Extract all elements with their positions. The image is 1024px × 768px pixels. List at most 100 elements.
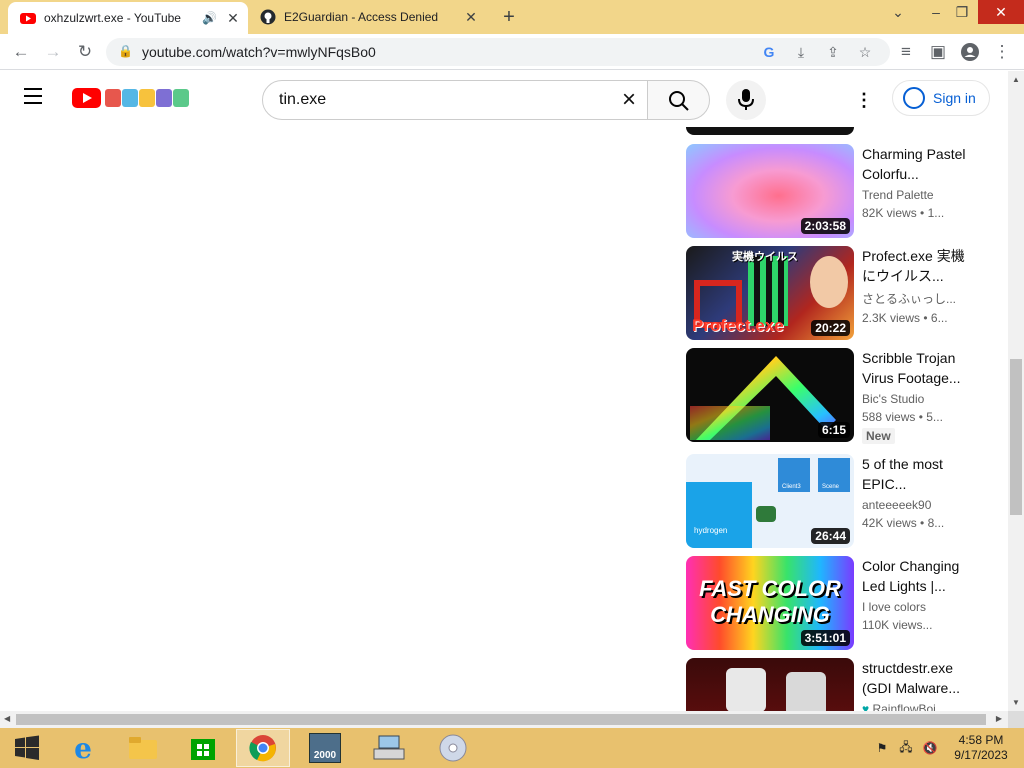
channel-name[interactable]: I love colors <box>862 600 966 614</box>
upload-age: • 8... <box>920 516 945 530</box>
horizontal-scroll-thumb[interactable] <box>16 714 986 725</box>
search-input[interactable]: tin.exe × <box>262 80 648 120</box>
scroll-left-arrow-icon[interactable]: ◀ <box>4 714 10 723</box>
youtube-logo[interactable] <box>72 88 190 108</box>
channel-name[interactable]: Trend Palette <box>862 188 966 202</box>
chrome-icon <box>249 735 276 762</box>
disc-app-icon[interactable] <box>426 729 480 767</box>
chrome-taskbar-icon[interactable] <box>236 729 290 767</box>
video-title[interactable]: Color Changing Led Lights |... <box>862 556 966 596</box>
channel-name-text: RainflowBoi <box>872 702 936 711</box>
share-icon[interactable]: ⇪ <box>822 41 844 63</box>
thumbnail-text: Scene <box>822 484 840 490</box>
google-lens-icon[interactable]: G <box>758 41 780 63</box>
account-icon <box>903 87 925 109</box>
thumbnail-text: Client3 <box>782 484 801 490</box>
video-thumbnail[interactable]: 6:15 <box>686 348 854 442</box>
system-clock[interactable]: 4:58 PM 9/17/2023 <box>950 733 1012 763</box>
address-bar[interactable]: 🔒 youtube.com/watch?v=mwlyNFqsBo0 G ⤓ ⇪ … <box>106 38 890 66</box>
side-panel-icon[interactable]: ▣ <box>926 40 950 64</box>
maximize-button[interactable]: ❐ <box>946 0 978 24</box>
thumbnail-text-line: CHANGING <box>710 602 830 627</box>
ie-glyph: e <box>74 731 92 765</box>
video-thumbnail[interactable] <box>686 658 854 711</box>
sign-in-button[interactable]: Sign in <box>892 80 990 116</box>
start-button[interactable] <box>0 729 54 767</box>
video-title[interactable]: Charming Pastel Colorfu... <box>862 144 966 184</box>
profile-icon[interactable] <box>958 40 982 64</box>
back-icon[interactable]: ← <box>9 40 33 64</box>
related-video-item[interactable]: 実機ウイルス Profect.exe 20:22 Profect.exe 実機に… <box>686 246 976 340</box>
store-icon[interactable] <box>176 729 230 767</box>
forward-icon[interactable]: → <box>41 40 65 64</box>
new-tab-button[interactable]: + <box>498 6 520 28</box>
video-title[interactable]: Scribble Trojan Virus Footage... <box>862 348 966 388</box>
settings-menu-icon[interactable]: ⋮ <box>852 88 876 112</box>
reload-icon[interactable]: ↻ <box>73 40 97 64</box>
install-app-icon[interactable]: ⤓ <box>790 41 812 63</box>
lock-icon[interactable]: 🔒 <box>118 44 133 58</box>
clear-search-icon[interactable]: × <box>617 88 641 112</box>
channel-name[interactable]: ♥ RainflowBoi <box>862 702 966 711</box>
video-thumbnail[interactable]: hydrogen Client3 Scene 26:44 <box>686 454 854 548</box>
clock-date: 9/17/2023 <box>954 748 1008 762</box>
upload-age: • 1... <box>920 206 945 220</box>
url-text[interactable]: youtube.com/watch?v=mwlyNFqsBo0 <box>142 44 376 60</box>
chrome-menu-icon[interactable]: ⋮ <box>990 40 1014 64</box>
close-window-button[interactable]: ✕ <box>978 0 1024 24</box>
thumbnail-face <box>810 256 848 308</box>
scroll-right-arrow-icon[interactable]: ▶ <box>996 714 1002 723</box>
volume-muted-icon[interactable]: 🔇 <box>922 740 938 756</box>
video-stats: 110K views... <box>862 618 966 632</box>
vertical-scrollbar[interactable]: ▲ ▼ <box>1008 71 1024 711</box>
channel-name[interactable]: Bic's Studio <box>862 392 966 406</box>
doodle-logo <box>105 89 190 107</box>
video-duration: 2:03:58 <box>800 218 850 234</box>
app-2000-icon[interactable]: 2000 <box>298 729 352 767</box>
youtube-header: tin.exe × ⋮ Sign in <box>0 71 1008 127</box>
action-center-flag-icon[interactable]: ⚑ <box>874 740 890 756</box>
video-title[interactable]: structdestr.exe (GDI Malware... <box>862 658 966 698</box>
keyboard-app-icon[interactable] <box>362 729 416 767</box>
related-video-item[interactable]: 6:15 Scribble Trojan Virus Footage... Bi… <box>686 348 976 444</box>
youtube-play-icon <box>72 88 101 108</box>
speaker-icon[interactable]: 🔊 <box>202 11 218 25</box>
related-video-item[interactable]: hydrogen Client3 Scene 26:44 5 of the mo… <box>686 454 976 548</box>
view-count: 110K views... <box>862 618 933 632</box>
related-video-item[interactable]: 2:03:58 Charming Pastel Colorfu... Trend… <box>686 144 976 238</box>
tab-e2guardian[interactable]: E2Guardian - Access Denied ✕ <box>250 0 486 34</box>
tab-youtube[interactable]: oxhzulzwrt.exe - YouTube 🔊 ✕ <box>8 2 248 34</box>
scrollbar-corner <box>1008 711 1024 728</box>
partial-video-thumbnail[interactable] <box>686 127 854 135</box>
video-title[interactable]: 5 of the most EPIC... <box>862 454 966 494</box>
channel-name[interactable]: さとるふぃっし... <box>862 290 966 307</box>
close-tab-icon[interactable]: ✕ <box>224 9 242 27</box>
sign-in-label: Sign in <box>933 90 976 106</box>
voice-search-button[interactable] <box>726 80 766 120</box>
hamburger-menu-icon[interactable] <box>24 88 48 108</box>
horizontal-scrollbar[interactable]: ◀ ▶ <box>0 711 1008 728</box>
scroll-up-arrow-icon[interactable]: ▲ <box>1012 75 1020 84</box>
network-icon[interactable]: 🖧 <box>898 740 914 756</box>
thumbnail-graphic <box>756 506 776 522</box>
search-query[interactable]: tin.exe <box>279 91 326 109</box>
close-tab-icon[interactable]: ✕ <box>462 8 480 26</box>
video-stats: 2.3K views • 6... <box>862 311 966 325</box>
tab-search-icon[interactable]: ⌄ <box>882 0 914 24</box>
channel-name[interactable]: anteeeeek90 <box>862 498 966 512</box>
scroll-down-arrow-icon[interactable]: ▼ <box>1012 698 1020 707</box>
file-explorer-icon[interactable] <box>116 729 170 767</box>
video-title[interactable]: Profect.exe 実機にウイルス... <box>862 246 966 286</box>
search-button[interactable] <box>647 80 710 120</box>
video-thumbnail[interactable]: FAST COLOR CHANGING 3:51:01 <box>686 556 854 650</box>
internet-explorer-icon[interactable]: e <box>56 729 110 767</box>
vertical-scroll-thumb[interactable] <box>1010 359 1022 515</box>
related-video-item[interactable]: structdestr.exe (GDI Malware... ♥ Rainfl… <box>686 658 976 711</box>
video-thumbnail[interactable]: 実機ウイルス Profect.exe 20:22 <box>686 246 854 340</box>
bookmark-star-icon[interactable]: ☆ <box>854 41 876 63</box>
media-control-icon[interactable]: ≡ <box>894 40 918 64</box>
video-thumbnail[interactable]: 2:03:58 <box>686 144 854 238</box>
new-badge: New <box>862 428 895 444</box>
tab-title: E2Guardian - Access Denied <box>284 10 439 24</box>
related-video-item[interactable]: FAST COLOR CHANGING 3:51:01 Color Changi… <box>686 556 976 650</box>
